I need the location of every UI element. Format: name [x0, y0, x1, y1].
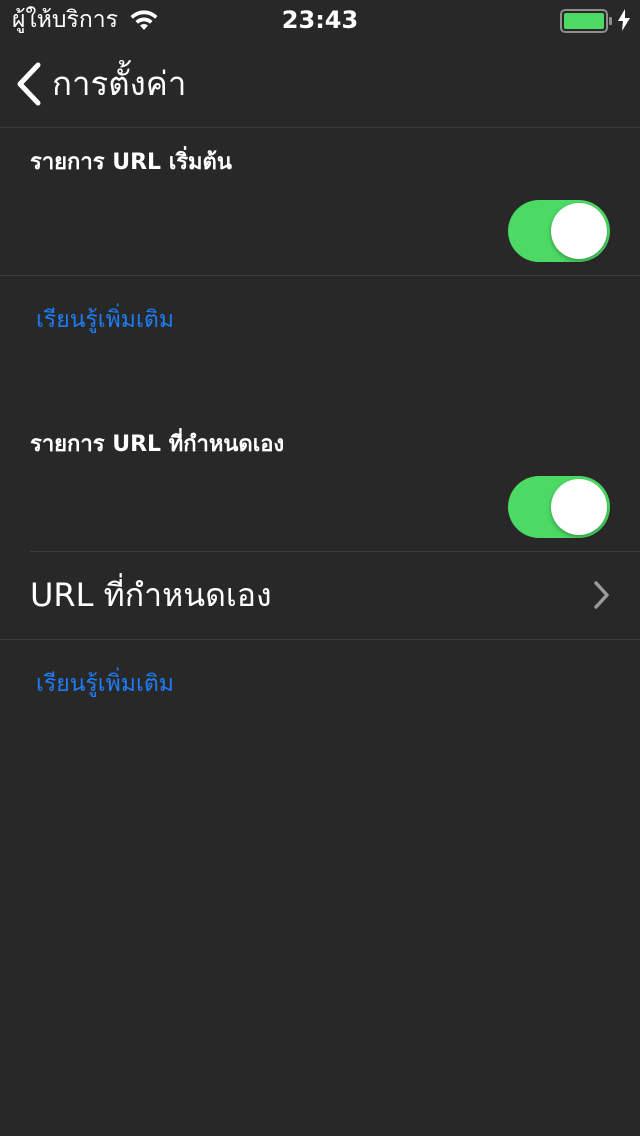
- divider: [0, 639, 640, 640]
- navigation-bar: การตั้งค่า: [0, 40, 640, 128]
- chevron-right-icon: [594, 581, 609, 609]
- section-header-default-urls: รายการ URL เริ่มต้น: [30, 150, 232, 175]
- default-urls-toggle[interactable]: [508, 200, 610, 262]
- chevron-left-icon: [17, 62, 41, 106]
- custom-urls-toggle[interactable]: [508, 476, 610, 538]
- custom-url-row-label: URL ที่กำหนดเอง: [30, 576, 272, 614]
- back-button[interactable]: การตั้งค่า: [14, 56, 186, 112]
- clock: 23:43: [281, 6, 359, 34]
- divider: [0, 275, 640, 276]
- section-header-custom-urls: รายการ URL ที่กำหนดเอง: [30, 432, 285, 457]
- status-bar: ผู้ให้บริการ 23:43: [0, 0, 640, 40]
- custom-url-row[interactable]: URL ที่กำหนดเอง: [0, 552, 640, 639]
- toggle-knob: [551, 479, 607, 535]
- learn-more-link-default[interactable]: เรียนรู้เพิ่มเติม: [36, 304, 174, 336]
- battery-full-icon: [560, 9, 612, 33]
- charging-bolt-icon: [618, 9, 630, 31]
- settings-screen: ผู้ให้บริการ 23:43 การตั้งค่า รายการ URL…: [0, 0, 640, 1136]
- back-label: การตั้งค่า: [52, 64, 187, 103]
- learn-more-link-custom[interactable]: เรียนรู้เพิ่มเติม: [36, 668, 174, 700]
- toggle-knob: [551, 203, 607, 259]
